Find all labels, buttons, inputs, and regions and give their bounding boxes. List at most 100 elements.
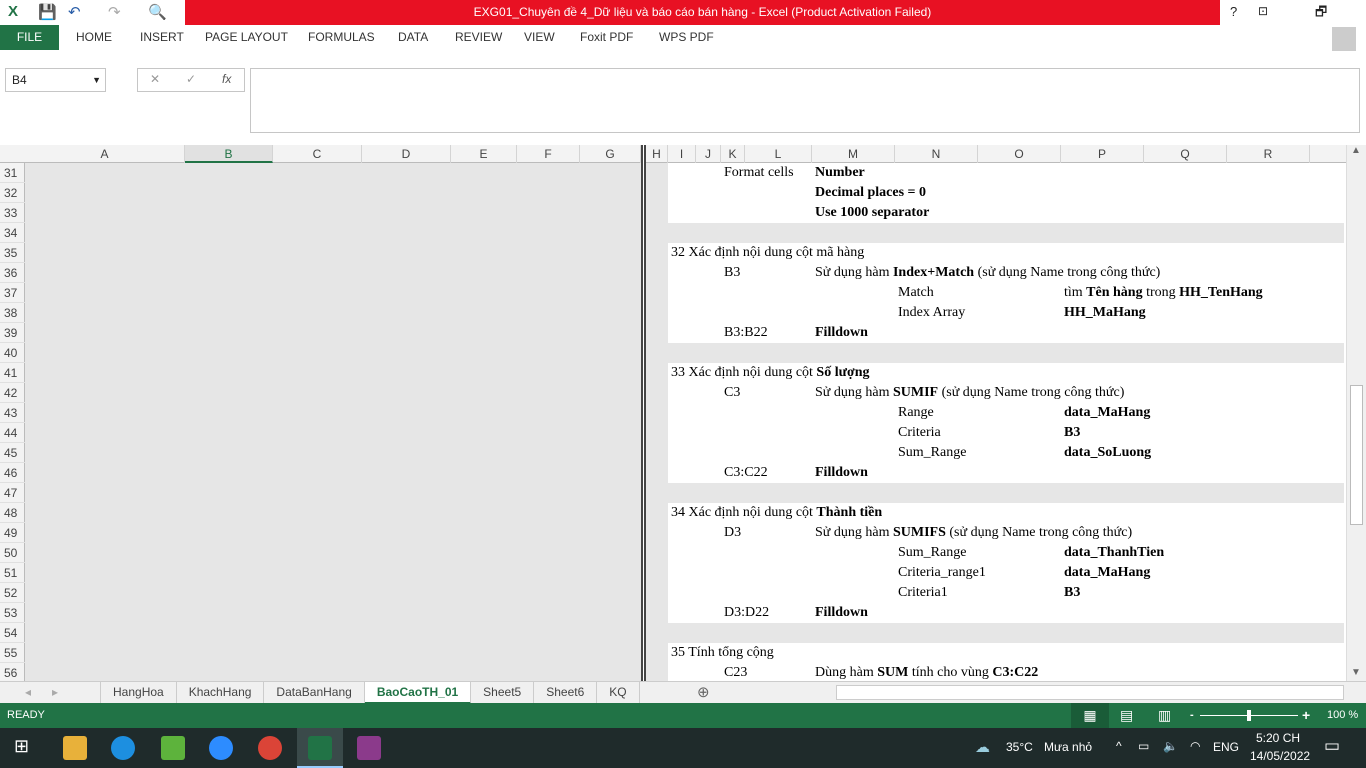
- cell-n51[interactable]: Criteria_range1: [898, 563, 986, 583]
- name-box[interactable]: B4 ▼: [5, 68, 106, 92]
- cell-k56[interactable]: C23: [724, 663, 747, 683]
- cell-m39[interactable]: Filldown: [815, 323, 868, 343]
- row-header[interactable]: 37: [0, 283, 25, 303]
- sheet-tab-sheet5[interactable]: Sheet5: [471, 682, 535, 704]
- tab-home[interactable]: HOME: [76, 25, 112, 50]
- zoom-in-icon[interactable]: +: [1302, 703, 1310, 728]
- sheet-tab-sheet6[interactable]: Sheet6: [534, 682, 598, 704]
- undo-icon[interactable]: ↶: [68, 3, 81, 21]
- chart-app-icon[interactable]: [161, 736, 185, 760]
- column-header-e[interactable]: E: [451, 145, 517, 163]
- column-header-k[interactable]: K: [721, 145, 745, 163]
- battery-icon[interactable]: ▭: [1138, 739, 1149, 753]
- row-header[interactable]: 54: [0, 623, 25, 643]
- cell-m53[interactable]: Filldown: [815, 603, 868, 623]
- excel-taskbar-button[interactable]: [297, 728, 343, 768]
- weather-icon[interactable]: ☁: [975, 738, 990, 756]
- zoom-out-icon[interactable]: -: [1190, 703, 1194, 728]
- row-header[interactable]: 43: [0, 403, 25, 423]
- cell-grid[interactable]: Format cells Number Decimal places = 0 Use …: [646, 163, 1344, 683]
- sheet-tab-kq[interactable]: KQ: [597, 682, 640, 704]
- column-header-i[interactable]: I: [668, 145, 696, 163]
- cell-m42[interactable]: Sử dụng hàm SUMIF (sử dụng Name trong cô…: [815, 383, 1124, 403]
- cell-m56[interactable]: Dùng hàm SUM tính cho vùng C3:C22: [815, 663, 1038, 683]
- column-header-j[interactable]: J: [696, 145, 721, 163]
- cell-i35[interactable]: 32 Xác định nội dung cột mã hàng: [671, 243, 864, 263]
- row-header[interactable]: 45: [0, 443, 25, 463]
- cell-p44[interactable]: B3: [1064, 423, 1080, 443]
- row-header[interactable]: 41: [0, 363, 25, 383]
- new-sheet-icon[interactable]: ⊕: [697, 683, 710, 701]
- scroll-thumb[interactable]: [1350, 385, 1363, 525]
- cell-p43[interactable]: data_MaHang: [1064, 403, 1150, 423]
- row-header[interactable]: 33: [0, 203, 25, 223]
- cell-p37[interactable]: tìm Tên hàng trong HH_TenHang: [1064, 283, 1263, 303]
- clock-date[interactable]: 14/05/2022: [1250, 749, 1310, 763]
- windows-start-icon[interactable]: ⊞: [14, 736, 29, 757]
- horizontal-scrollbar[interactable]: [836, 685, 1344, 700]
- tab-view[interactable]: VIEW: [524, 25, 555, 50]
- edge-icon[interactable]: [111, 736, 135, 760]
- cell-m49[interactable]: Sử dụng hàm SUMIFS (sử dụng Name trong c…: [815, 523, 1132, 543]
- row-header[interactable]: 39: [0, 323, 25, 343]
- cell-m36[interactable]: Sử dụng hàm Index+Match (sử dụng Name tr…: [815, 263, 1160, 283]
- tab-file[interactable]: FILE: [0, 25, 59, 50]
- cell-k53[interactable]: D3:D22: [724, 603, 769, 623]
- row-header[interactable]: 42: [0, 383, 25, 403]
- file-explorer-icon[interactable]: [63, 736, 87, 760]
- cell-n44[interactable]: Criteria: [898, 423, 941, 443]
- wifi-icon[interactable]: ◠: [1190, 739, 1200, 753]
- cell-i41[interactable]: 33 Xác định nội dung cột Số lượng: [671, 363, 870, 383]
- scroll-up-icon[interactable]: ▲: [1351, 145, 1361, 156]
- restore-button[interactable]: 🗗: [1315, 3, 1327, 25]
- enter-icon[interactable]: ✓: [186, 72, 196, 86]
- column-header-c[interactable]: C: [273, 145, 362, 163]
- zoom-app-icon[interactable]: [209, 736, 233, 760]
- winrar-icon[interactable]: [357, 736, 381, 760]
- cell-m32[interactable]: Decimal places = 0: [815, 183, 926, 203]
- next-sheet-icon[interactable]: ▸: [52, 685, 58, 699]
- column-header-n[interactable]: N: [895, 145, 978, 163]
- print-preview-icon[interactable]: 🔍: [148, 3, 167, 21]
- cell-k31[interactable]: Format cells: [724, 163, 794, 183]
- cell-p38[interactable]: HH_MaHang: [1064, 303, 1146, 323]
- weather-temp[interactable]: 35°C: [1006, 740, 1033, 754]
- column-header-m[interactable]: M: [812, 145, 895, 163]
- cell-p52[interactable]: B3: [1064, 583, 1080, 603]
- column-header-r[interactable]: R: [1227, 145, 1310, 163]
- user-avatar[interactable]: [1332, 27, 1356, 51]
- row-header[interactable]: 51: [0, 563, 25, 583]
- cell-i55[interactable]: 35 Tính tổng cộng: [671, 643, 774, 663]
- notifications-icon[interactable]: ▭: [1324, 736, 1340, 756]
- clock-time[interactable]: 5:20 CH: [1256, 731, 1300, 745]
- tab-insert[interactable]: INSERT: [140, 25, 184, 50]
- weather-desc[interactable]: Mưa nhỏ: [1044, 740, 1092, 754]
- column-header-p[interactable]: P: [1061, 145, 1144, 163]
- row-header[interactable]: 56: [0, 663, 25, 683]
- cell-p45[interactable]: data_SoLuong: [1064, 443, 1151, 463]
- cell-m33[interactable]: Use 1000 separator: [815, 203, 929, 223]
- zoom-slider-thumb[interactable]: [1247, 710, 1251, 721]
- row-header[interactable]: 50: [0, 543, 25, 563]
- page-layout-view-icon[interactable]: ▤: [1120, 703, 1133, 728]
- cell-n38[interactable]: Index Array: [898, 303, 965, 323]
- page-break-view-icon[interactable]: ▥: [1158, 703, 1171, 728]
- sheet-tab-databanhang[interactable]: DataBanHang: [264, 682, 365, 704]
- language-indicator[interactable]: ENG: [1213, 740, 1239, 754]
- cancel-icon[interactable]: ✕: [150, 72, 160, 86]
- scroll-down-icon[interactable]: ▼: [1351, 667, 1361, 678]
- cell-n45[interactable]: Sum_Range: [898, 443, 966, 463]
- row-header[interactable]: 52: [0, 583, 25, 603]
- row-header[interactable]: 48: [0, 503, 25, 523]
- cell-n52[interactable]: Criteria1: [898, 583, 948, 603]
- normal-view-icon[interactable]: ▦: [1071, 703, 1109, 728]
- save-icon[interactable]: 💾: [38, 3, 57, 21]
- cell-k36[interactable]: B3: [724, 263, 740, 283]
- row-header[interactable]: 49: [0, 523, 25, 543]
- cell-n37[interactable]: Match: [898, 283, 934, 303]
- cell-k46[interactable]: C3:C22: [724, 463, 768, 483]
- cell-n43[interactable]: Range: [898, 403, 934, 423]
- prev-sheet-icon[interactable]: ◂: [25, 685, 31, 699]
- vertical-scrollbar[interactable]: ▲ ▼: [1346, 145, 1366, 683]
- ribbon-display-button[interactable]: ⊡: [1258, 4, 1268, 18]
